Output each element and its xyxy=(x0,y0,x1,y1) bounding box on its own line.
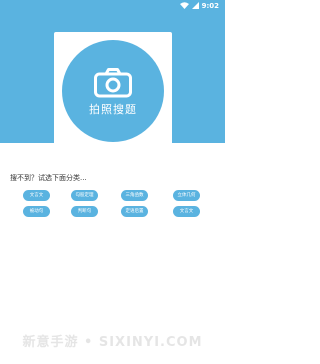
chip-wenyanwen-2[interactable]: 文言文 xyxy=(173,206,200,217)
photo-search-card: 拍照搜题 xyxy=(54,32,172,150)
hero-banner: 拍照搜题 xyxy=(0,13,225,150)
status-bar: 9:02 xyxy=(0,0,225,13)
chip-judgment-sentence[interactable]: 判断句 xyxy=(71,206,98,217)
photo-search-label: 拍照搜题 xyxy=(89,102,137,116)
watermark: 新意手游 • SIXINYI.COM xyxy=(22,335,203,350)
chip-wenyanwen[interactable]: 文言文 xyxy=(23,190,50,201)
chip-row-1: 文言文 勾股定理 三角函数 立体几何 xyxy=(0,190,225,201)
chip-postposed-attributive[interactable]: 定语后置 xyxy=(121,206,148,217)
status-time: 9:02 xyxy=(201,2,219,10)
chip-pythagorean[interactable]: 勾股定理 xyxy=(71,190,98,201)
chip-row-2: 被动句 判断句 定语后置 文言文 xyxy=(0,206,225,217)
category-prompt: 搜不到？试选下面分类... xyxy=(10,174,87,182)
chip-trig-functions[interactable]: 三角函数 xyxy=(121,190,148,201)
camera-icon xyxy=(94,67,132,97)
photo-search-button[interactable]: 拍照搜题 xyxy=(62,40,164,142)
chip-solid-geometry[interactable]: 立体几何 xyxy=(173,190,200,201)
chip-passive-sentence[interactable]: 被动句 xyxy=(23,206,50,217)
signal-icon xyxy=(191,2,199,11)
wifi-icon xyxy=(179,2,189,11)
